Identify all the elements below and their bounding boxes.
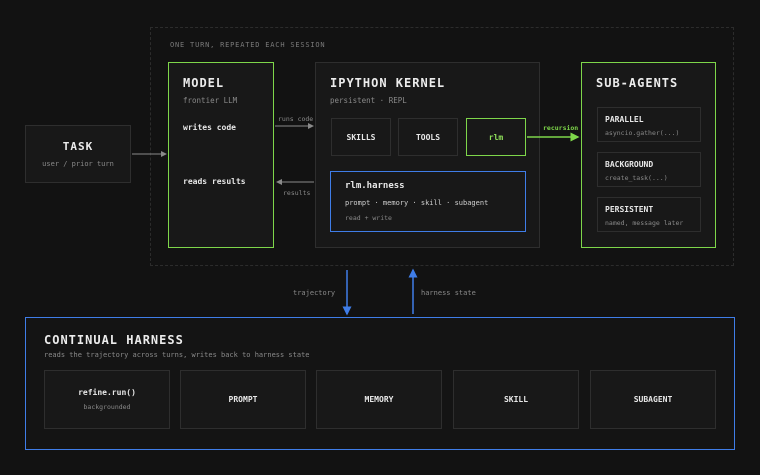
harness-card-prompt: PROMPT — [180, 370, 306, 429]
memory-label: MEMORY — [364, 395, 394, 404]
trajectory-label: trajectory — [293, 289, 336, 297]
prompt-label: PROMPT — [228, 395, 258, 404]
refine-run-desc: backgrounded — [83, 403, 131, 411]
skill-label: SKILL — [503, 395, 529, 404]
harness-card-refine: refine.run() backgrounded — [44, 370, 170, 429]
harness-card-skill: SKILL — [453, 370, 579, 429]
subagent-label: SUBAGENT — [633, 395, 673, 404]
continual-harness-title: CONTINUAL HARNESS — [44, 333, 184, 347]
recursion-label: recursion — [543, 124, 579, 132]
harness-card-subagent: SUBAGENT — [590, 370, 716, 429]
results-label: results — [283, 189, 311, 197]
runs-code-label: runs code — [278, 115, 314, 123]
refine-run-label: refine.run() — [78, 388, 136, 397]
harness-state-label: harness state — [421, 289, 476, 297]
continual-harness-subtitle: reads the trajectory across turns, write… — [44, 351, 310, 359]
harness-card-memory: MEMORY — [316, 370, 442, 429]
